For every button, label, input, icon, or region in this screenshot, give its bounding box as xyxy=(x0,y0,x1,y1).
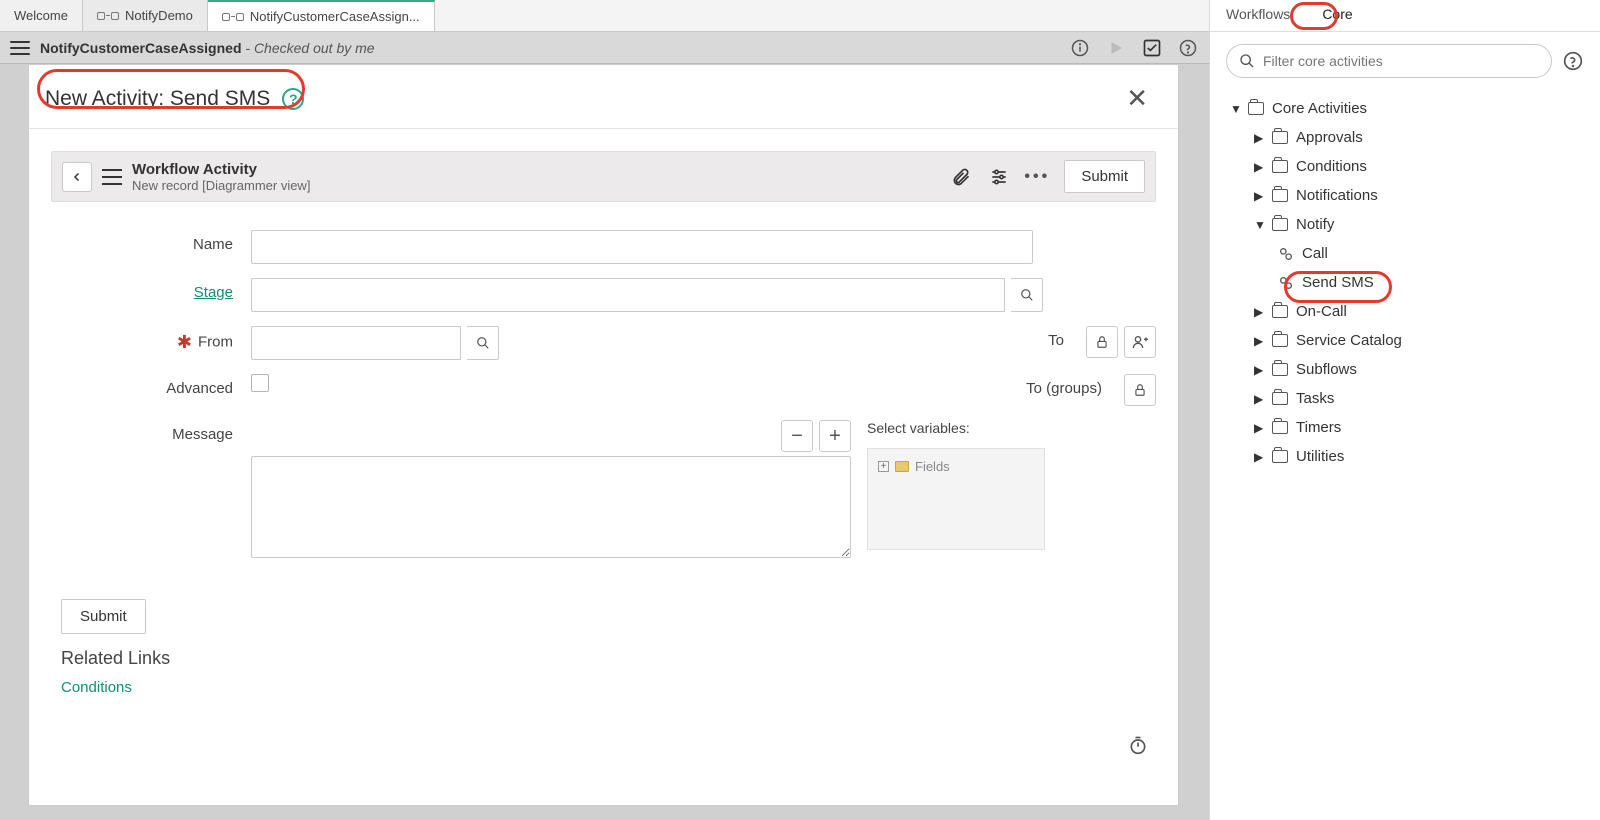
label-stage[interactable]: Stage xyxy=(51,278,251,301)
search-icon xyxy=(1239,53,1255,69)
label-message: Message xyxy=(51,420,251,443)
info-icon[interactable] xyxy=(1069,37,1091,59)
workflow-icon xyxy=(222,13,244,21)
folder-icon xyxy=(895,461,909,472)
from-input[interactable] xyxy=(251,326,461,360)
more-icon[interactable]: ••• xyxy=(1026,166,1048,188)
lookup-icon[interactable] xyxy=(1011,278,1043,312)
stage-input[interactable] xyxy=(251,278,1005,312)
lookup-icon[interactable] xyxy=(467,326,499,360)
tree-item-tasks[interactable]: ▶Tasks xyxy=(1230,384,1590,413)
add-me-icon[interactable] xyxy=(1124,326,1156,358)
sidebar-tabs: Workflows Core xyxy=(1210,0,1600,32)
form-menu-icon[interactable] xyxy=(102,169,122,185)
folder-icon xyxy=(1272,305,1288,318)
tree-root[interactable]: ▼Core Activities xyxy=(1230,94,1590,123)
activities-sidebar: Workflows Core ▼Core Activities ▶Approva… xyxy=(1210,0,1600,820)
expand-icon[interactable]: + xyxy=(878,461,889,472)
folder-icon xyxy=(1272,131,1288,144)
tab-notify-customer[interactable]: NotifyCustomerCaseAssign... xyxy=(208,0,435,31)
folder-icon xyxy=(1272,392,1288,405)
tree-item-subflows[interactable]: ▶Subflows xyxy=(1230,355,1590,384)
checkbox-icon[interactable] xyxy=(1141,37,1163,59)
fields-label: Fields xyxy=(915,459,950,474)
tree-item-on-call[interactable]: ▶On-Call xyxy=(1230,297,1590,326)
tab-welcome[interactable]: Welcome xyxy=(0,0,83,31)
modal-title: New Activity: Send SMS xyxy=(45,87,270,111)
tree-item-approvals[interactable]: ▶Approvals xyxy=(1230,123,1590,152)
app-tabs: Welcome NotifyDemo NotifyCustomerCaseAss… xyxy=(0,0,1209,32)
tab-core[interactable]: Core xyxy=(1306,0,1368,31)
workflow-icon xyxy=(97,12,119,20)
breadcrumb-title: NotifyCustomerCaseAssigned xyxy=(40,40,242,56)
select-variables-label: Select variables: xyxy=(867,420,1045,436)
conditions-link[interactable]: Conditions xyxy=(61,679,1156,696)
variables-panel: + Fields xyxy=(867,448,1045,550)
fields-tree-item[interactable]: + Fields xyxy=(878,459,1034,474)
tree-item-timers[interactable]: ▶Timers xyxy=(1230,413,1590,442)
label-to-groups: To (groups) xyxy=(998,374,1118,397)
folder-icon xyxy=(1272,160,1288,173)
tab-notify-demo[interactable]: NotifyDemo xyxy=(83,0,208,31)
name-input[interactable] xyxy=(251,230,1033,264)
help-icon[interactable]: ? xyxy=(282,88,304,110)
filter-input[interactable] xyxy=(1263,53,1539,69)
gears-icon xyxy=(1278,275,1294,291)
tree-item-send-sms[interactable]: Send SMS xyxy=(1230,268,1590,297)
tab-label: Welcome xyxy=(14,8,68,23)
tree-item-service-catalog[interactable]: ▶Service Catalog xyxy=(1230,326,1590,355)
new-activity-modal: New Activity: Send SMS ? ✕ Workflow Acti… xyxy=(28,64,1179,806)
folder-icon xyxy=(1272,450,1288,463)
submit-button[interactable]: Submit xyxy=(1064,160,1145,193)
tab-workflows[interactable]: Workflows xyxy=(1210,0,1306,31)
folder-icon xyxy=(1272,421,1288,434)
minus-button[interactable]: − xyxy=(781,420,813,452)
message-input[interactable] xyxy=(251,456,851,558)
close-icon[interactable]: ✕ xyxy=(1120,83,1154,114)
lock-icon[interactable] xyxy=(1086,326,1118,358)
advanced-checkbox[interactable] xyxy=(251,374,269,392)
menu-icon[interactable] xyxy=(10,41,30,55)
form-header-subtitle: New record [Diagrammer view] xyxy=(132,178,310,193)
label-name: Name xyxy=(51,230,251,253)
timer-icon[interactable] xyxy=(1128,735,1148,755)
help-icon[interactable] xyxy=(1177,37,1199,59)
form-header: Workflow Activity New record [Diagrammer… xyxy=(51,151,1156,202)
label-to: To xyxy=(960,326,1080,349)
lock-icon[interactable] xyxy=(1124,374,1156,406)
breadcrumb: NotifyCustomerCaseAssigned - Checked out… xyxy=(40,40,375,56)
form-header-title: Workflow Activity xyxy=(132,161,310,178)
settings-icon[interactable] xyxy=(988,166,1010,188)
tree-item-notifications[interactable]: ▶Notifications xyxy=(1230,181,1590,210)
play-icon[interactable] xyxy=(1105,37,1127,59)
label-advanced: Advanced xyxy=(51,374,251,397)
help-icon[interactable] xyxy=(1562,50,1584,72)
tree-item-notify[interactable]: ▼Notify xyxy=(1230,210,1590,239)
gears-icon xyxy=(1278,246,1294,262)
activities-tree: ▼Core Activities ▶Approvals ▶Conditions … xyxy=(1210,90,1600,471)
folder-icon xyxy=(1248,102,1264,115)
tree-item-call[interactable]: Call xyxy=(1230,239,1590,268)
plus-button[interactable]: + xyxy=(819,420,851,452)
folder-icon xyxy=(1272,363,1288,376)
breadcrumb-suffix: - Checked out by me xyxy=(242,40,375,56)
label-from: ✱From xyxy=(51,326,251,353)
tree-item-utilities[interactable]: ▶Utilities xyxy=(1230,442,1590,471)
folder-icon xyxy=(1272,218,1288,231)
related-links-heading: Related Links xyxy=(61,648,1156,669)
folder-icon xyxy=(1272,334,1288,347)
tab-label: NotifyDemo xyxy=(125,8,193,23)
submit-button[interactable]: Submit xyxy=(61,599,146,634)
folder-icon xyxy=(1272,189,1288,202)
back-button[interactable] xyxy=(62,162,92,192)
filter-input-wrapper[interactable] xyxy=(1226,44,1552,78)
tree-item-conditions[interactable]: ▶Conditions xyxy=(1230,152,1590,181)
attachment-icon[interactable] xyxy=(950,166,972,188)
breadcrumb-bar: NotifyCustomerCaseAssigned - Checked out… xyxy=(0,32,1209,64)
tab-label: NotifyCustomerCaseAssign... xyxy=(250,9,420,24)
